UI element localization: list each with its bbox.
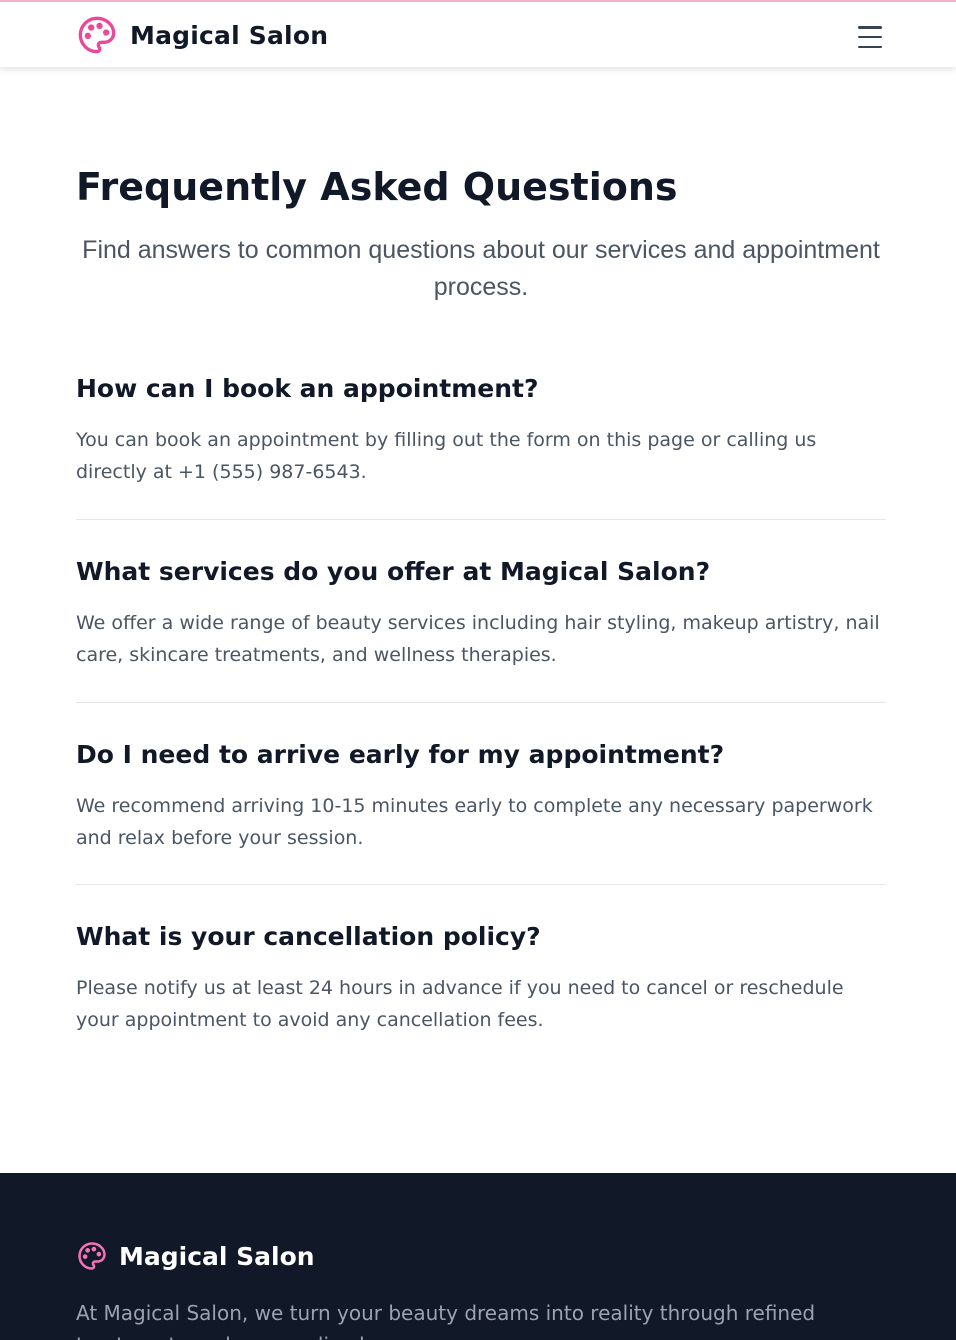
hamburger-menu-icon[interactable] (852, 22, 888, 52)
page-title: Frequently Asked Questions (76, 165, 678, 209)
page-subtitle: Find answers to common questions about o… (82, 236, 880, 301)
faq-question: How can I book an appointment? (76, 374, 539, 403)
brand-name: Magical Salon (130, 20, 329, 50)
faq-question: Do I need to arrive early for my appoint… (76, 740, 725, 769)
menu-bar (858, 26, 882, 29)
faq-answer: You can book an appointment by filling o… (76, 429, 817, 483)
site-header: Magical Salon (0, 2, 956, 67)
faq-question: What is your cancellation policy? (76, 922, 541, 951)
brand-link[interactable]: Magical Salon (77, 15, 328, 55)
faq-answer: We offer a wide range of beauty services… (76, 612, 880, 666)
faq-item: Do I need to arrive early for my appoint… (76, 740, 886, 854)
faq-answer: We recommend arriving 10-15 minutes earl… (76, 795, 873, 849)
site-footer: Magical Salon At Magical Salon, we turn … (0, 1173, 956, 1340)
faq-question: What services do you offer at Magical Sa… (76, 557, 711, 586)
faq-item: What is your cancellation policy? Please… (76, 922, 886, 1036)
footer-about-text: At Magical Salon, we turn your beauty dr… (76, 1301, 816, 1340)
footer-brand: Magical Salon (77, 1241, 315, 1271)
palette-icon (78, 16, 116, 54)
faq-divider (76, 519, 886, 520)
faq-item: What services do you offer at Magical Sa… (76, 557, 886, 671)
faq-item: How can I book an appointment? You can b… (76, 374, 886, 488)
footer-brand-name: Magical Salon (119, 1241, 315, 1271)
faq-divider (76, 702, 886, 703)
menu-bar (858, 35, 882, 39)
faq-divider (76, 884, 886, 885)
faq-answer: Please notify us at least 24 hours in ad… (76, 977, 844, 1031)
menu-bar (858, 45, 882, 48)
palette-icon (78, 1242, 106, 1270)
